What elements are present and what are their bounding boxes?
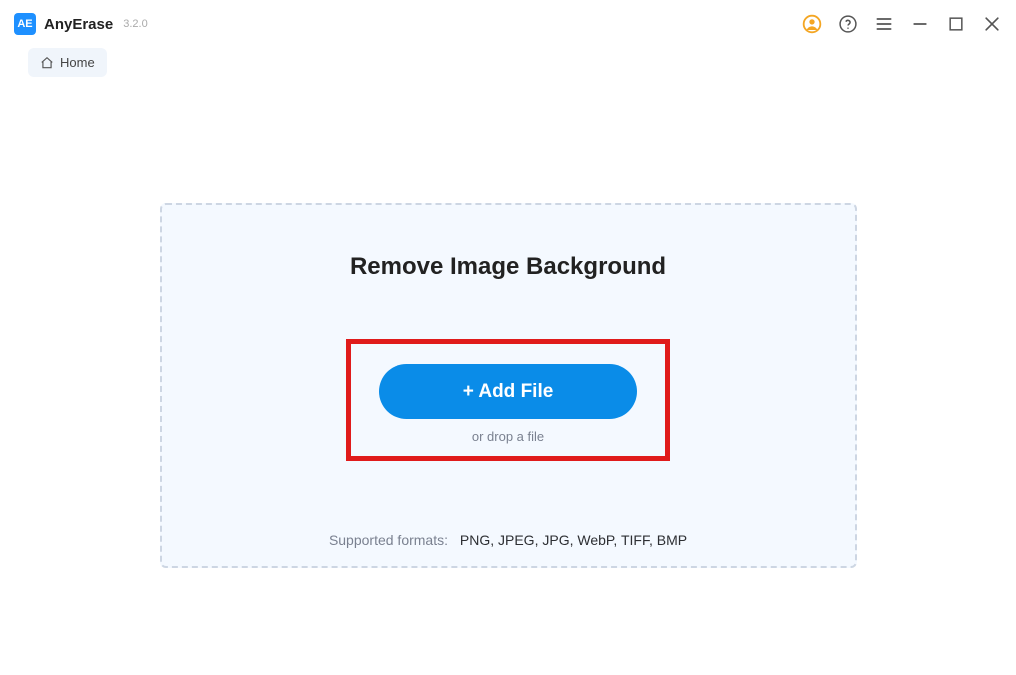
- drop-panel[interactable]: Remove Image Background + Add File or dr…: [160, 203, 857, 568]
- titlebar: AE AnyErase 3.2.0: [0, 0, 1016, 44]
- highlight-annotation: + Add File or drop a file: [346, 339, 670, 461]
- minimize-icon[interactable]: [910, 14, 930, 34]
- panel-title: Remove Image Background: [350, 253, 666, 281]
- main-area: Remove Image Background + Add File or dr…: [0, 87, 1016, 568]
- add-file-button[interactable]: + Add File: [379, 364, 637, 419]
- menu-icon[interactable]: [874, 14, 894, 34]
- titlebar-right: [802, 14, 1002, 34]
- home-label: Home: [60, 55, 95, 70]
- app-name: AnyErase: [44, 16, 113, 33]
- drop-hint: or drop a file: [472, 429, 544, 444]
- help-icon[interactable]: [838, 14, 858, 34]
- titlebar-left: AE AnyErase 3.2.0: [14, 13, 148, 35]
- maximize-icon[interactable]: [946, 14, 966, 34]
- formats-label: Supported formats:: [329, 532, 448, 548]
- supported-formats: Supported formats: PNG, JPEG, JPG, WebP,…: [162, 532, 855, 548]
- account-icon[interactable]: [802, 14, 822, 34]
- home-icon: [40, 56, 54, 70]
- app-version: 3.2.0: [123, 18, 147, 30]
- breadcrumb-bar: Home: [0, 44, 1016, 87]
- close-icon[interactable]: [982, 14, 1002, 34]
- app-logo: AE: [14, 13, 36, 35]
- formats-list: PNG, JPEG, JPG, WebP, TIFF, BMP: [460, 532, 687, 548]
- home-button[interactable]: Home: [28, 48, 107, 77]
